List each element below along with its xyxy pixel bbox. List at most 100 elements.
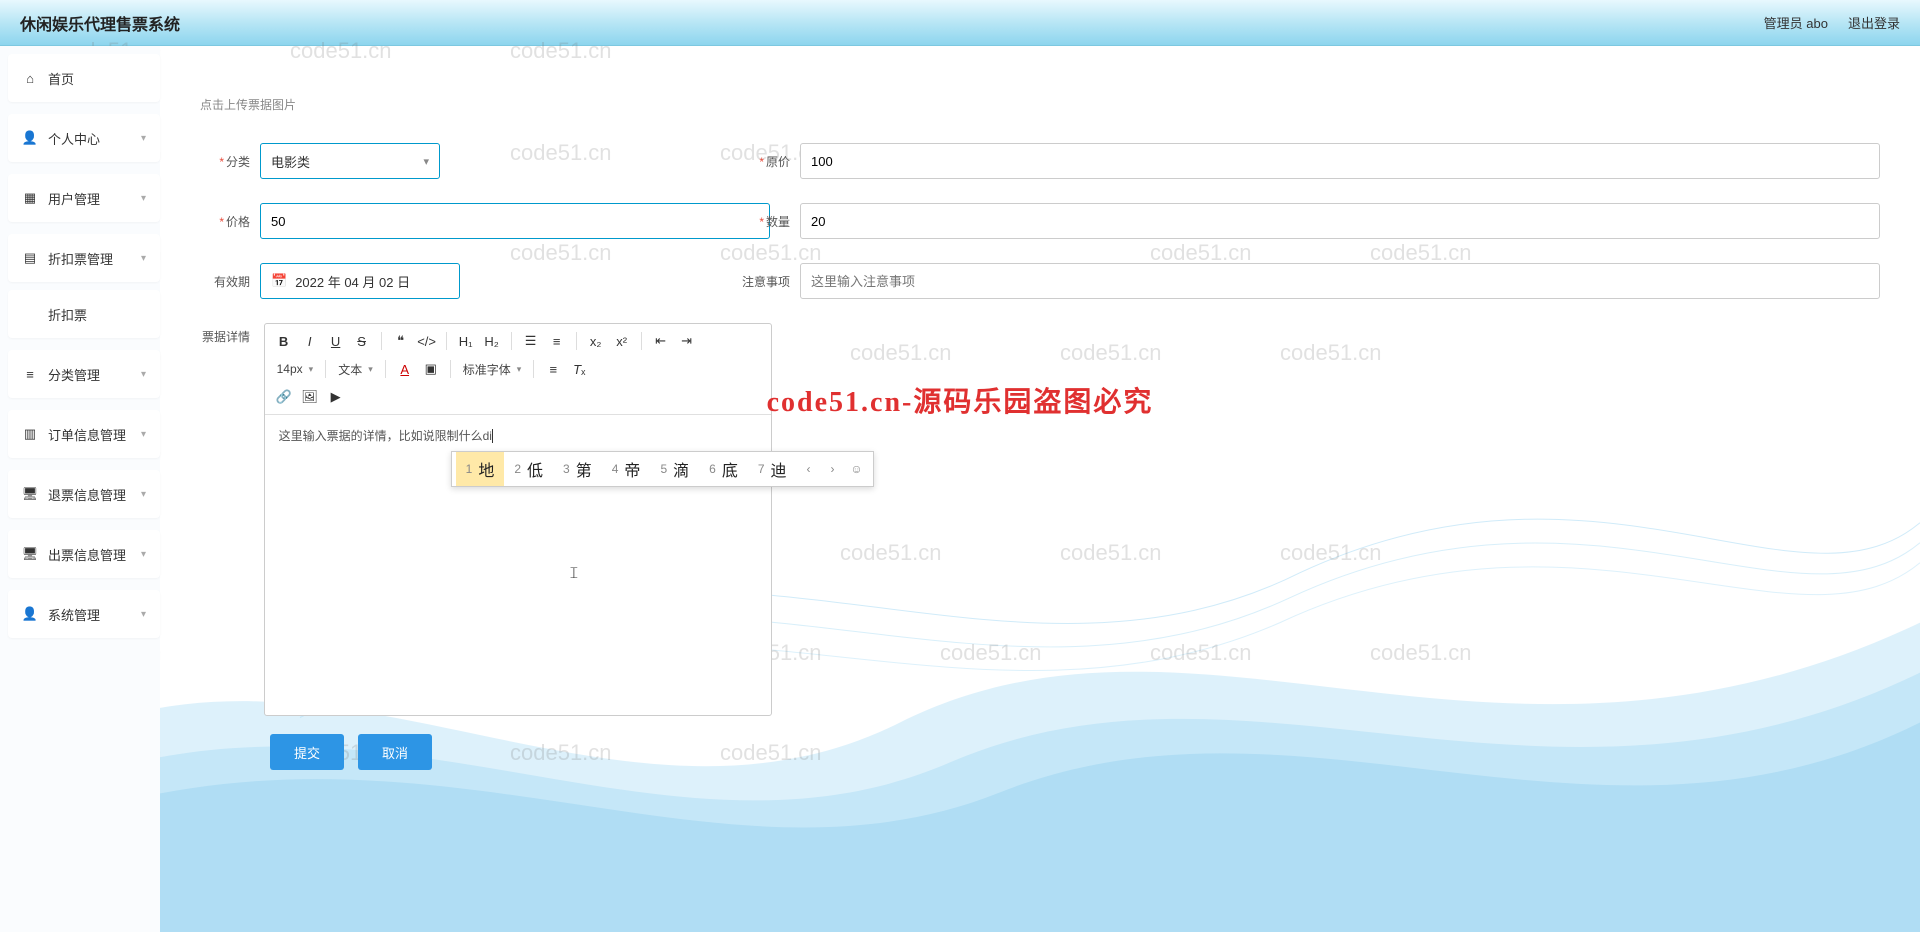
subscript-icon[interactable]: x₂ — [585, 330, 607, 352]
ime-option-3[interactable]: 3第 — [553, 452, 602, 486]
ime-option-5[interactable]: 5滴 — [650, 452, 699, 486]
user-icon: 👤 — [22, 606, 38, 622]
sidebar-item-label: 退票信息管理 — [48, 485, 131, 504]
chevron-down-icon: ▾ — [141, 193, 146, 204]
quantity-field[interactable] — [811, 214, 1869, 229]
clear-format-icon[interactable]: Tₓ — [568, 358, 590, 380]
editor-body[interactable]: 这里输入票据的详情，比如说限制什么di 1地2低3第4帝5滴6底7迪‹›☺ 𝙸 — [265, 415, 771, 715]
font-size-select[interactable]: 14px▾ — [273, 362, 318, 376]
ordered-list-icon[interactable]: ☰ — [520, 330, 542, 352]
h1-icon[interactable]: H₁ — [455, 330, 477, 352]
ime-next-icon[interactable]: › — [821, 452, 845, 486]
quantity-input[interactable] — [800, 203, 1880, 239]
original-price-field[interactable] — [811, 154, 1869, 169]
code-icon[interactable]: </> — [416, 330, 438, 352]
ime-num: 2 — [514, 462, 521, 476]
category-select[interactable]: 电影类 ▾ — [260, 143, 440, 179]
ime-prev-icon[interactable]: ‹ — [797, 452, 821, 486]
ime-num: 3 — [563, 462, 570, 476]
ime-char: 迪 — [771, 457, 787, 481]
underline-icon[interactable]: U — [325, 330, 347, 352]
sidebar-item-7[interactable]: 🖥退票信息管理▾ — [8, 470, 160, 518]
ime-option-4[interactable]: 4帝 — [602, 452, 651, 486]
ime-num: 4 — [612, 462, 619, 476]
category-label: 分类 — [226, 155, 250, 169]
chevron-down-icon: ▾ — [141, 429, 146, 440]
home-icon: ⌂ — [22, 70, 38, 86]
link-icon[interactable]: 🔗 — [273, 386, 295, 408]
strikethrough-icon[interactable]: S — [351, 330, 373, 352]
main-content: 点击上传票据图片 *分类 电影类 ▾ *原价 *价格 — [160, 46, 1920, 932]
expiry-date-picker[interactable]: 📅 2022 年 04 月 02 日 — [260, 263, 460, 299]
sidebar-item-8[interactable]: 🖥出票信息管理▾ — [8, 530, 160, 578]
monitor-icon: 🖥 — [22, 546, 38, 562]
chevron-down-icon: ▾ — [141, 549, 146, 560]
h2-icon[interactable]: H₂ — [481, 330, 503, 352]
bg-color-icon[interactable]: ▣ — [420, 358, 442, 380]
orders-icon: ▥ — [22, 426, 38, 442]
sidebar-item-label: 折扣票管理 — [48, 249, 131, 268]
italic-icon[interactable]: I — [299, 330, 321, 352]
sidebar-item-5[interactable]: ≡ 分类管理 ▾ — [8, 350, 160, 398]
sidebar-item-0[interactable]: ⌂ 首页 — [8, 54, 160, 102]
font-color-icon[interactable]: A — [394, 358, 416, 380]
ime-emoji-icon[interactable]: ☺ — [845, 452, 869, 486]
ime-option-6[interactable]: 6底 — [699, 452, 748, 486]
sidebar-item-label: 首页 — [48, 69, 146, 88]
admin-label[interactable]: 管理员 abo — [1764, 13, 1828, 32]
price-label: 价格 — [226, 215, 250, 229]
ime-option-2[interactable]: 2低 — [504, 452, 553, 486]
sidebar-item-label: 订单信息管理 — [48, 425, 131, 444]
ime-option-1[interactable]: 1地 — [456, 452, 505, 486]
ime-candidate-bar[interactable]: 1地2低3第4帝5滴6底7迪‹›☺ — [451, 451, 874, 487]
bold-icon[interactable]: B — [273, 330, 295, 352]
video-icon[interactable]: ▶ — [325, 386, 347, 408]
sidebar-item-1[interactable]: 👤个人中心▾ — [8, 114, 160, 162]
expiry-label: 有效期 — [214, 275, 250, 289]
sidebar-item-9[interactable]: 👤系统管理▾ — [8, 590, 160, 638]
sidebar-item-2[interactable]: ▦用户管理▾ — [8, 174, 160, 222]
ime-char: 低 — [527, 457, 543, 481]
list-icon: ≡ — [22, 366, 38, 382]
indent-right-icon[interactable]: ⇥ — [676, 330, 698, 352]
user-icon: 👤 — [22, 130, 38, 146]
image-icon[interactable]: 🖼 — [299, 386, 321, 408]
sidebar-item-label: 折扣票 — [48, 305, 146, 324]
cancel-button[interactable]: 取消 — [358, 734, 432, 770]
editor-text: 这里输入票据的详情，比如说限制什么di — [279, 429, 492, 443]
expiry-value: 2022 年 04 月 02 日 — [295, 272, 410, 291]
sidebar-item-3[interactable]: ▤折扣票管理▾ — [8, 234, 160, 282]
sidebar-item-4[interactable]: 折扣票 — [8, 290, 160, 338]
sidebar-item-6[interactable]: ▥ 订单信息管理 ▾ — [8, 410, 160, 458]
bars-icon: ▤ — [22, 250, 38, 266]
original-price-input[interactable] — [800, 143, 1880, 179]
ime-option-7[interactable]: 7迪 — [748, 452, 797, 486]
superscript-icon[interactable]: x² — [611, 330, 633, 352]
logout-link[interactable]: 退出登录 — [1848, 13, 1900, 32]
notes-input[interactable] — [800, 263, 1880, 299]
sidebar-item-label: 分类管理 — [48, 365, 131, 384]
quote-icon[interactable]: ❝ — [390, 330, 412, 352]
notes-field[interactable] — [811, 274, 1869, 289]
font-family-select[interactable]: 文本▾ — [334, 361, 377, 378]
chevron-down-icon: ▾ — [141, 369, 146, 380]
ime-char: 帝 — [624, 457, 640, 481]
submit-button[interactable]: 提交 — [270, 734, 344, 770]
chevron-down-icon: ▾ — [423, 155, 429, 168]
sidebar-item-label: 个人中心 — [48, 129, 131, 148]
original-price-label: 原价 — [766, 155, 790, 169]
chevron-down-icon: ▾ — [141, 609, 146, 620]
price-input[interactable] — [260, 203, 770, 239]
font-preset-select[interactable]: 标准字体▾ — [459, 361, 526, 378]
upload-hint[interactable]: 点击上传票据图片 — [200, 96, 1880, 113]
quantity-label: 数量 — [766, 215, 790, 229]
indent-left-icon[interactable]: ⇤ — [650, 330, 672, 352]
ime-char: 第 — [576, 457, 592, 481]
ime-num: 5 — [660, 462, 667, 476]
notes-label: 注意事项 — [742, 275, 790, 289]
price-field[interactable] — [271, 214, 759, 229]
unordered-list-icon[interactable]: ≡ — [546, 330, 568, 352]
sidebar-item-label: 用户管理 — [48, 189, 131, 208]
align-icon[interactable]: ≡ — [542, 358, 564, 380]
ime-char: 底 — [722, 457, 738, 481]
